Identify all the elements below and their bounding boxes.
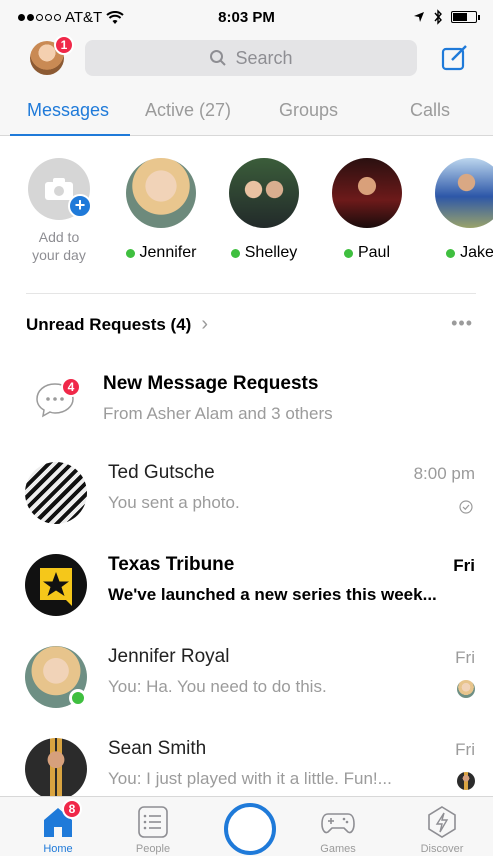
tab-groups[interactable]: Groups: [279, 100, 338, 121]
tab-calls[interactable]: Calls: [410, 100, 450, 121]
story-shelley[interactable]: Shelley: [226, 158, 302, 262]
conversation-avatar: [25, 738, 87, 800]
home-badge: 8: [62, 799, 82, 819]
conversation-time: 8:00 pm: [413, 464, 475, 483]
add-story-circle: +: [28, 158, 92, 220]
story-name: Paul: [357, 244, 391, 261]
online-indicator: [446, 248, 456, 258]
profile-avatar[interactable]: 1: [30, 35, 74, 75]
home-icon: 8: [40, 799, 82, 839]
section-divider: [26, 293, 476, 294]
conversation-avatar: [25, 462, 87, 524]
story-jake[interactable]: Jake: [432, 158, 493, 262]
conversation-preview: You: I just played with it a little. Fun…: [108, 769, 392, 788]
more-options-icon[interactable]: •••: [451, 313, 473, 334]
story-name: Shelley: [244, 244, 298, 261]
tab-home[interactable]: 8 Home: [18, 799, 98, 855]
online-indicator: [230, 248, 240, 258]
story-name: Jennifer: [139, 244, 197, 261]
conversation-row[interactable]: Ted Gutsche You sent a photo. 8:00 pm: [0, 462, 493, 554]
story-avatar: [229, 158, 299, 228]
story-avatar: [126, 158, 196, 228]
message-requests-title[interactable]: New Message Requests: [103, 373, 318, 395]
battery-icon: [451, 11, 480, 23]
tab-games[interactable]: Games: [298, 805, 378, 855]
game-controller-icon: [320, 805, 356, 839]
unread-requests-link[interactable]: Unread Requests (4) ›: [26, 313, 208, 336]
sent-check-icon: [459, 500, 473, 514]
requests-badge: 4: [61, 377, 81, 397]
conversation-name: Ted Gutsche: [108, 462, 215, 483]
camera-capture-button[interactable]: [224, 803, 276, 855]
seen-avatar: [457, 680, 475, 698]
tab-messages[interactable]: Messages: [27, 100, 109, 121]
search-placeholder: Search: [235, 47, 293, 68]
add-to-day-button[interactable]: + Add to your day: [21, 158, 97, 264]
search-icon: [210, 50, 227, 66]
conversation-row[interactable]: Texas Tribune We've launched a new serie…: [0, 554, 493, 646]
status-right: [413, 9, 480, 25]
camera-icon: [45, 178, 73, 200]
bluetooth-icon: [434, 9, 442, 25]
conversation-preview: You sent a photo.: [108, 493, 240, 512]
story-name: Jake: [460, 244, 493, 261]
conversation-name: Texas Tribune: [108, 554, 235, 575]
online-indicator: [69, 689, 87, 707]
tab-discover-label: Discover: [420, 843, 464, 855]
conversation-row[interactable]: Jennifer Royal You: Ha. You need to do t…: [0, 646, 493, 738]
unread-requests-label: Unread Requests (4): [26, 314, 192, 334]
conversation-name: Jennifer Royal: [108, 646, 230, 667]
story-jennifer[interactable]: Jennifer: [123, 158, 199, 262]
tab-home-label: Home: [43, 843, 73, 855]
tab-people[interactable]: People: [113, 805, 193, 855]
story-avatar: [332, 158, 402, 228]
conversation-preview: You: Ha. You need to do this.: [108, 677, 327, 696]
tab-games-label: Games: [320, 843, 356, 855]
conversation-avatar: [25, 554, 87, 616]
story-avatar: [435, 158, 493, 228]
add-to-day-caption: Add to your day: [32, 229, 86, 263]
texas-tribune-logo-icon: [40, 568, 72, 606]
search-input[interactable]: Search: [85, 40, 417, 76]
conversation-time: Fri: [453, 556, 475, 575]
seen-avatar: [457, 772, 475, 790]
conversation-preview: We've launched a new series this week...: [108, 585, 437, 604]
tab-people-label: People: [135, 843, 171, 855]
profile-badge: 1: [54, 35, 74, 55]
story-paul[interactable]: Paul: [329, 158, 405, 262]
online-indicator: [125, 248, 135, 258]
message-requests-subtitle: From Asher Alam and 3 others: [103, 404, 333, 423]
conversation-time: Fri: [455, 648, 475, 667]
discover-bolt-icon: [424, 805, 460, 839]
tab-active[interactable]: Active (27): [145, 100, 231, 121]
header: 1 Search: [0, 35, 493, 86]
conversation-name: Sean Smith: [108, 738, 207, 759]
online-indicator: [343, 248, 353, 258]
people-list-icon: [135, 805, 171, 839]
location-arrow-icon: [414, 12, 424, 22]
chevron-right-icon: ›: [201, 313, 208, 335]
compose-icon[interactable]: [441, 43, 469, 71]
active-tab-indicator: [10, 134, 130, 136]
top-tabs: Messages Active (27) Groups Calls: [0, 86, 493, 136]
tab-discover[interactable]: Discover: [402, 805, 482, 855]
status-bar: AT&T 8:03 PM: [0, 0, 493, 36]
conversation-time: Fri: [455, 740, 475, 759]
plus-icon: +: [68, 194, 92, 218]
